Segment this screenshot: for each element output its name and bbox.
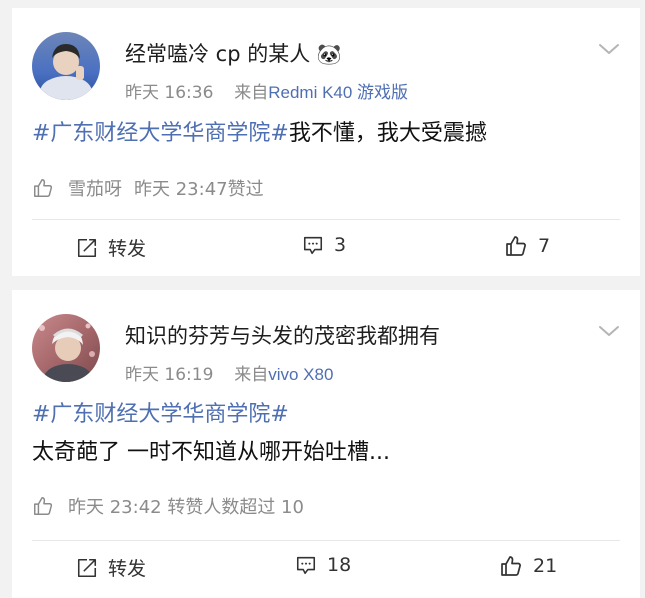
divider <box>32 219 620 220</box>
like-count: 21 <box>533 555 558 577</box>
like-summary: 昨天 23:42 转赞人数超过 10 <box>32 493 304 519</box>
post-meta: 昨天 16:36 来自Redmi K40 游戏版 <box>125 78 408 103</box>
repost-icon <box>77 238 97 257</box>
thumbs-up-icon <box>506 236 526 256</box>
username-text: 知识的芬芳与头发的茂密我都拥有 <box>125 324 440 348</box>
source-prefix: 来自 <box>234 83 269 103</box>
post-text: 我不懂，我大受震撼 <box>288 121 487 146</box>
thumbs-up-icon <box>501 556 521 576</box>
panda-emoji-icon: 🐼 <box>316 42 342 66</box>
comment-count: 3 <box>334 234 347 256</box>
username[interactable]: 知识的芬芳与头发的茂密我都拥有 <box>125 320 440 350</box>
post-topic-line: #广东财经大学华商学院# <box>32 402 289 428</box>
chevron-down-icon[interactable] <box>598 42 620 56</box>
thumbs-up-icon <box>34 179 53 197</box>
comment-icon <box>303 236 323 255</box>
source-device[interactable]: vivo X80 <box>268 365 333 384</box>
chevron-down-icon[interactable] <box>598 324 620 338</box>
comment-button[interactable]: 3 <box>302 234 346 256</box>
post-time: 昨天 16:36 <box>125 83 214 103</box>
like-count: 7 <box>538 235 551 257</box>
post-content: #广东财经大学华商学院#我不懂，我大受震撼 <box>32 121 487 147</box>
repost-button[interactable]: 转发 <box>76 234 146 261</box>
repost-icon <box>77 558 97 577</box>
repost-label: 转发 <box>108 558 147 580</box>
post-content: 太奇葩了 一时不知道从哪开始吐槽... <box>32 440 390 466</box>
comment-button[interactable]: 18 <box>295 554 351 576</box>
like-suffix: 赞过 <box>227 179 264 200</box>
repost-label: 转发 <box>108 238 147 260</box>
like-summary-text: 昨天 23:42 转赞人数超过 10 <box>68 497 304 518</box>
avatar[interactable] <box>32 314 100 382</box>
like-summary: 雪茄呀 昨天 23:47 赞过 <box>32 175 264 201</box>
post-time: 昨天 16:19 <box>125 365 214 385</box>
divider <box>32 540 620 541</box>
post-text: 太奇葩了 一时不知道从哪开始吐槽... <box>32 440 390 465</box>
comment-icon <box>296 556 316 575</box>
avatar[interactable] <box>32 32 100 100</box>
comment-count: 18 <box>327 554 352 576</box>
like-button[interactable]: 7 <box>504 234 550 258</box>
like-time: 昨天 23:47 <box>134 179 228 200</box>
username[interactable]: 经常嗑冷 cp 的某人 🐼 <box>125 38 342 68</box>
weibo-post-card: 经常嗑冷 cp 的某人 🐼 昨天 16:36 来自Redmi K40 游戏版 #… <box>12 8 640 276</box>
topic-link[interactable]: #广东财经大学华商学院# <box>32 402 289 427</box>
repost-button[interactable]: 转发 <box>76 554 146 581</box>
like-button[interactable]: 21 <box>499 554 557 578</box>
username-text: 经常嗑冷 cp 的某人 <box>125 42 311 66</box>
like-user[interactable]: 雪茄呀 <box>68 175 122 201</box>
source-prefix: 来自 <box>234 365 269 385</box>
thumbs-up-icon <box>34 497 53 515</box>
topic-link[interactable]: #广东财经大学华商学院# <box>32 121 289 146</box>
post-meta: 昨天 16:19 来自vivo X80 <box>125 360 333 385</box>
weibo-post-card: 知识的芬芳与头发的茂密我都拥有 昨天 16:19 来自vivo X80 #广东财… <box>12 290 640 598</box>
source-device[interactable]: Redmi K40 游戏版 <box>268 83 408 102</box>
